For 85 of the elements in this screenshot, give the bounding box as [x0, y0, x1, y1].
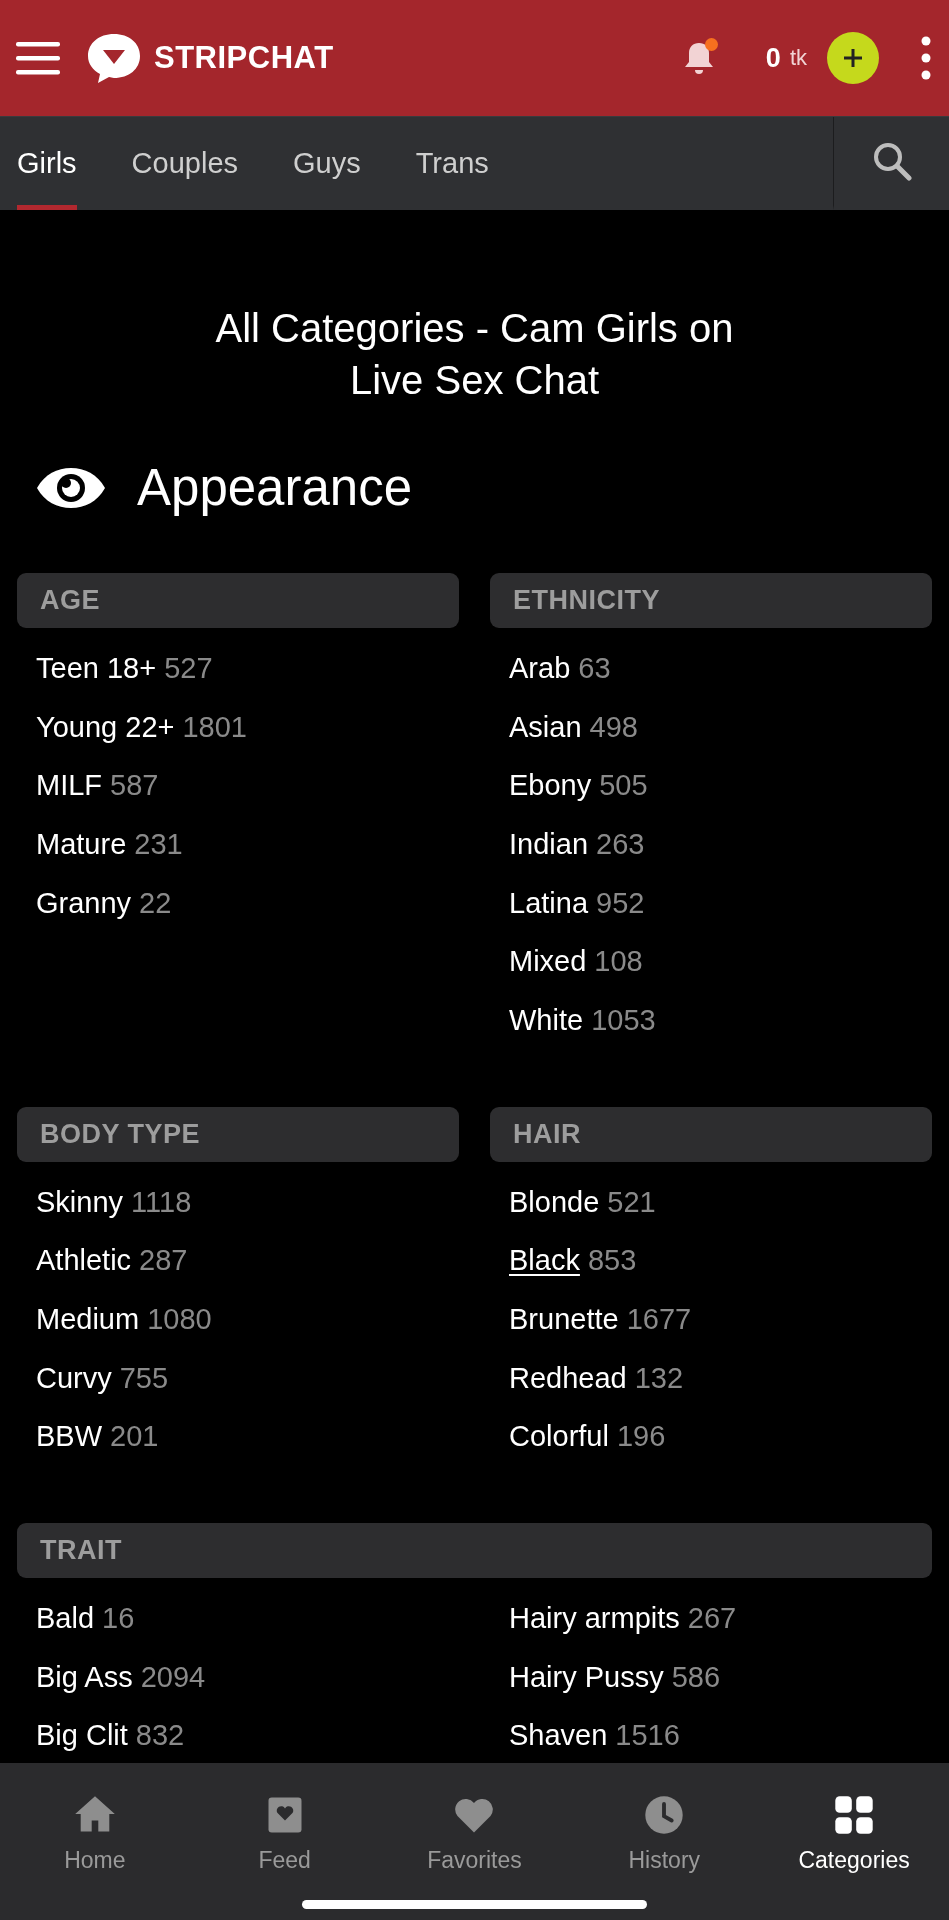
category-link[interactable]: Young 22+ — [36, 710, 175, 744]
category-tab[interactable]: Couples — [131, 117, 238, 210]
category-link[interactable]: MILF — [36, 769, 103, 803]
category-link[interactable]: Brunette — [509, 1303, 619, 1337]
bell-icon — [683, 41, 714, 75]
model-count: 267 — [687, 1602, 737, 1636]
category-link[interactable]: BBW — [36, 1420, 103, 1454]
category-link[interactable]: Medium — [36, 1303, 140, 1337]
category-link[interactable]: Bald — [36, 1602, 95, 1636]
model-count: 16 — [102, 1602, 135, 1636]
group-header: TRAIT — [17, 1523, 932, 1579]
category-link[interactable]: Hairy armpits — [509, 1602, 680, 1636]
category-link[interactable]: Curvy — [36, 1361, 112, 1395]
category-link[interactable]: Arab — [509, 651, 571, 685]
model-count: 498 — [589, 710, 638, 744]
category-link[interactable]: Hairy Pussy — [509, 1660, 664, 1694]
category-link[interactable]: Indian — [509, 827, 588, 861]
brand-name: STRIPCHAT — [154, 40, 334, 76]
model-count: 832 — [135, 1719, 185, 1753]
section-heading: Appearance — [137, 458, 413, 517]
nav-tab[interactable]: Categories — [759, 1793, 949, 1874]
category-link[interactable]: Skinny — [36, 1185, 124, 1219]
model-count: 755 — [119, 1361, 169, 1395]
model-count: 527 — [164, 651, 213, 685]
category-link[interactable]: Teen 18+ — [36, 651, 157, 685]
model-count: 853 — [587, 1244, 637, 1278]
model-count: 952 — [596, 886, 645, 920]
group-header: ETHNICITY — [490, 573, 932, 628]
model-count: 108 — [594, 945, 643, 979]
plus-icon — [843, 48, 863, 68]
category-link[interactable]: Colorful — [509, 1420, 609, 1454]
category-link[interactable]: Mature — [36, 827, 127, 861]
category-tab[interactable]: Trans — [415, 117, 489, 210]
category-link[interactable]: Mixed — [509, 945, 587, 979]
category-link[interactable]: Blonde — [509, 1185, 600, 1219]
category-link[interactable]: Ebony — [509, 769, 592, 803]
category-link[interactable]: Redhead — [509, 1361, 627, 1395]
model-count: 231 — [134, 827, 183, 861]
category-link[interactable]: Shaven — [509, 1719, 608, 1753]
model-count: 2094 — [140, 1660, 206, 1694]
model-count: 287 — [139, 1244, 188, 1278]
nav-tab[interactable]: Favorites — [379, 1793, 570, 1874]
kebab-menu-icon — [921, 36, 931, 80]
model-count: 132 — [634, 1361, 684, 1395]
model-count: 1053 — [591, 1003, 656, 1037]
nav-tab[interactable]: Feed — [189, 1793, 380, 1874]
model-count: 263 — [596, 827, 645, 861]
category-link[interactable]: Athletic — [36, 1244, 132, 1278]
group-header: HAIR — [490, 1106, 932, 1162]
search-icon — [871, 141, 912, 181]
category-link[interactable]: Big Ass — [36, 1660, 133, 1694]
model-count: 1801 — [182, 710, 247, 744]
model-count: 1080 — [147, 1303, 212, 1337]
category-link[interactable]: Asian — [509, 710, 582, 744]
model-count: 1516 — [615, 1719, 680, 1753]
category-tab[interactable]: Guys — [293, 117, 361, 210]
category-link[interactable]: Big Clit — [36, 1719, 128, 1753]
group-header: AGE — [17, 573, 459, 628]
model-count: 587 — [110, 769, 159, 803]
model-count: 586 — [671, 1660, 721, 1694]
model-count: 1677 — [626, 1303, 692, 1337]
eye-icon — [35, 465, 107, 510]
category-link[interactable]: Granny — [36, 886, 132, 920]
add-tokens-button[interactable] — [827, 32, 879, 84]
token-unit: tk — [789, 45, 807, 71]
page-title: All Categories - Cam Girls on Live Sex Chat — [214, 305, 735, 404]
more-button[interactable] — [921, 36, 931, 80]
nav-tab[interactable]: History — [569, 1793, 760, 1874]
category-link[interactable]: Black — [509, 1244, 580, 1278]
model-count: 201 — [110, 1420, 159, 1454]
menu-icon — [16, 40, 60, 76]
model-count: 1118 — [131, 1185, 192, 1219]
token-balance: 0 — [765, 42, 781, 74]
category-tab[interactable]: Girls — [17, 117, 77, 210]
model-count: 196 — [616, 1420, 666, 1454]
model-count: 22 — [139, 886, 172, 920]
model-count: 521 — [607, 1185, 656, 1219]
model-count: 505 — [599, 769, 648, 803]
nav-tab[interactable]: Home — [0, 1793, 190, 1874]
menu-button[interactable] — [16, 40, 60, 76]
group-header: BODY TYPE — [17, 1106, 459, 1162]
model-count: 63 — [578, 651, 611, 685]
speech-bubble-logo-icon — [86, 32, 142, 84]
category-link[interactable]: Latina — [509, 886, 588, 920]
category-link[interactable]: White — [509, 1003, 584, 1037]
